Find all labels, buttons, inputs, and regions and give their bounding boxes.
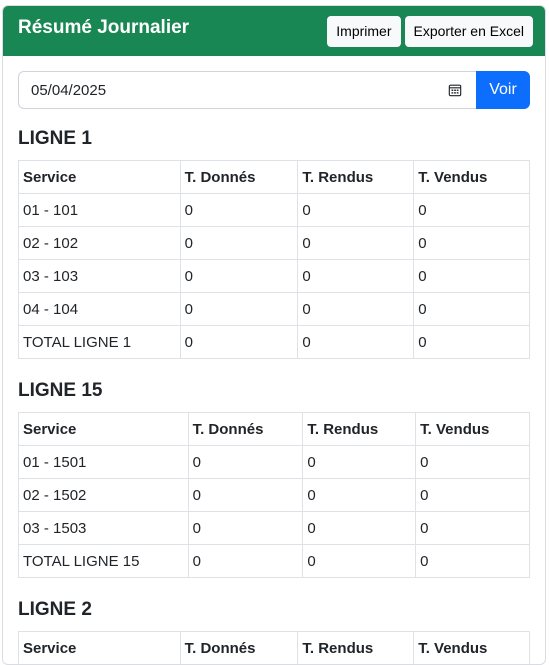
- table-ligne-15: Service T. Donnés T. Rendus T. Vendus 01…: [18, 412, 530, 578]
- table-row: 02 - 1502 0 0 0: [18, 478, 530, 512]
- date-input[interactable]: 05/04/2025: [18, 71, 476, 109]
- table-cell: 0: [413, 226, 530, 260]
- table-cell: 0: [179, 292, 299, 326]
- table-cell: 0: [297, 193, 415, 227]
- table-row: 03 - 1503 0 0 0: [18, 511, 530, 545]
- column-header: Service: [18, 631, 181, 664]
- table-cell: 0: [179, 193, 299, 227]
- table-cell: 0: [415, 544, 530, 578]
- column-header: T. Donnés: [179, 160, 299, 194]
- print-button[interactable]: Imprimer: [327, 15, 401, 47]
- table-cell: 0: [413, 292, 530, 326]
- column-header: T. Vendus: [413, 160, 530, 194]
- card-body: 05/04/2025 Voir LIGNE 1 Service T. Donné…: [3, 56, 545, 664]
- table-cell: 01 - 101: [18, 193, 181, 227]
- table-total-row: TOTAL LIGNE 1 0 0 0: [18, 325, 530, 359]
- date-value: 05/04/2025: [31, 81, 107, 99]
- header-actions: Imprimer Exporter en Excel: [327, 15, 533, 47]
- table-cell: 0: [179, 226, 299, 260]
- table-cell: 0: [413, 259, 530, 293]
- table-cell: 0: [187, 511, 304, 545]
- table-cell: 04 - 104: [18, 292, 181, 326]
- page-title: Résumé Journalier: [18, 17, 190, 38]
- column-header: T. Vendus: [415, 412, 530, 446]
- table-cell: 0: [302, 544, 417, 578]
- daily-summary-card: Résumé Journalier Imprimer Exporter en E…: [2, 5, 546, 665]
- table-cell: 0: [297, 325, 415, 359]
- table-header-row: Service T. Donnés T. Rendus T. Vendus: [18, 412, 530, 446]
- table-cell: 0: [187, 478, 304, 512]
- column-header: T. Rendus: [297, 160, 415, 194]
- column-header: T. Rendus: [302, 412, 417, 446]
- column-header: Service: [18, 160, 181, 194]
- table-row: 02 - 102 0 0 0: [18, 226, 530, 260]
- table-cell: 02 - 1502: [18, 478, 189, 512]
- column-header: Service: [18, 412, 189, 446]
- table-row: 01 - 1501 0 0 0: [18, 445, 530, 479]
- table-cell: 03 - 103: [18, 259, 181, 293]
- table-cell: 0: [297, 259, 415, 293]
- export-excel-button[interactable]: Exporter en Excel: [404, 15, 533, 47]
- table-cell: 0: [187, 445, 304, 479]
- table-header-row: Service T. Donnés T. Rendus T. Vendus: [18, 160, 530, 194]
- table-cell: 0: [413, 193, 530, 227]
- table-cell: 0: [179, 259, 299, 293]
- section-title-ligne-1: LIGNE 1: [18, 128, 92, 149]
- table-ligne-1: Service T. Donnés T. Rendus T. Vendus 01…: [18, 160, 530, 359]
- table-cell: 0: [415, 511, 530, 545]
- table-cell: TOTAL LIGNE 15: [18, 544, 189, 578]
- table-cell: TOTAL LIGNE 1: [18, 325, 181, 359]
- column-header: T. Donnés: [187, 412, 304, 446]
- table-cell: 0: [302, 511, 417, 545]
- column-header: T. Rendus: [297, 631, 415, 664]
- table-cell: 0: [297, 226, 415, 260]
- card-header: Résumé Journalier Imprimer Exporter en E…: [3, 6, 545, 56]
- section-title-ligne-15: LIGNE 15: [18, 380, 103, 401]
- section-title-ligne-2: LIGNE 2: [18, 599, 92, 620]
- date-filter: 05/04/2025 Voir: [18, 71, 530, 109]
- table-cell: 03 - 1503: [18, 511, 189, 545]
- table-cell: 0: [415, 478, 530, 512]
- table-total-row: TOTAL LIGNE 15 0 0 0: [18, 544, 530, 578]
- table-ligne-2: Service T. Donnés T. Rendus T. Vendus: [18, 631, 530, 664]
- table-cell: 01 - 1501: [18, 445, 189, 479]
- table-cell: 0: [302, 478, 417, 512]
- column-header: T. Vendus: [413, 631, 530, 664]
- column-header: T. Donnés: [179, 631, 299, 664]
- table-cell: 0: [415, 445, 530, 479]
- table-cell: 0: [187, 544, 304, 578]
- calendar-icon[interactable]: [448, 83, 462, 97]
- table-row: 01 - 101 0 0 0: [18, 193, 530, 227]
- table-cell: 0: [179, 325, 299, 359]
- table-cell: 0: [297, 292, 415, 326]
- table-row: 04 - 104 0 0 0: [18, 292, 530, 326]
- table-cell: 0: [302, 445, 417, 479]
- view-button[interactable]: Voir: [476, 71, 530, 109]
- table-row: 03 - 103 0 0 0: [18, 259, 530, 293]
- table-cell: 0: [413, 325, 530, 359]
- table-cell: 02 - 102: [18, 226, 181, 260]
- table-header-row: Service T. Donnés T. Rendus T. Vendus: [18, 631, 530, 664]
